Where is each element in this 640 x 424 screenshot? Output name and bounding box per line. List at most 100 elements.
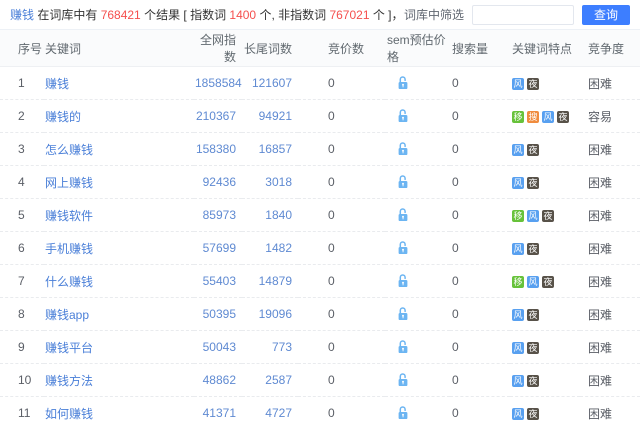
search-volume-cell: 0: [450, 396, 510, 424]
lock-icon[interactable]: [397, 274, 409, 288]
longtail-count-value[interactable]: 1482: [265, 241, 292, 255]
net-index-value[interactable]: 1858584: [195, 76, 242, 90]
bid-count-value: 0: [328, 406, 335, 420]
row-index: 3: [0, 132, 44, 166]
feature-badge-green: 移: [512, 110, 524, 123]
net-index-value[interactable]: 158380: [196, 142, 236, 156]
features-cell: 风夜: [510, 231, 580, 265]
longtail-count-value[interactable]: 3018: [265, 175, 292, 189]
keyword-link[interactable]: 怎么赚钱: [45, 143, 93, 157]
longtail-count-value[interactable]: 94921: [259, 109, 292, 123]
net-index-cell: 92436: [194, 165, 242, 199]
lock-icon[interactable]: [397, 373, 409, 387]
bid-count-value: 0: [328, 109, 335, 123]
feature-badge-green: 移: [512, 275, 524, 288]
table-row: 7 什么赚钱 55403 14879 0 0 移风夜困难: [0, 264, 640, 298]
net-index-value[interactable]: 92436: [203, 175, 236, 189]
keyword-link[interactable]: 如何赚钱: [45, 407, 93, 421]
longtail-count-value[interactable]: 2587: [265, 373, 292, 387]
keyword-link[interactable]: 什么赚钱: [45, 275, 93, 289]
net-index-value[interactable]: 41371: [203, 406, 236, 420]
bid-count-cell: 0: [298, 198, 385, 232]
lock-icon[interactable]: [397, 109, 409, 123]
net-index-value[interactable]: 85973: [203, 208, 236, 222]
net-index-value[interactable]: 57699: [203, 241, 236, 255]
lock-icon[interactable]: [397, 76, 409, 90]
row-index: 4: [0, 165, 44, 199]
row-index: 10: [0, 363, 44, 397]
lock-icon[interactable]: [397, 175, 409, 189]
net-index-cell: 210367: [194, 99, 242, 133]
keyword-link[interactable]: 赚钱的: [45, 110, 81, 124]
net-index-cell: 57699: [194, 231, 242, 265]
feature-badge-dark: 夜: [542, 275, 554, 288]
search-volume-value: 0: [452, 208, 459, 222]
search-volume-cell: 0: [450, 66, 510, 100]
lock-icon[interactable]: [397, 406, 409, 420]
summary-text: 个 ]，结果占比: [372, 8, 404, 22]
keyword-link[interactable]: 赚钱软件: [45, 209, 93, 223]
lock-icon[interactable]: [397, 142, 409, 156]
search-button[interactable]: 查询: [582, 4, 630, 25]
lock-icon[interactable]: [397, 241, 409, 255]
difficulty-cell: 困难: [580, 363, 640, 397]
sem-price-cell: [385, 330, 450, 364]
lock-icon[interactable]: [397, 208, 409, 222]
net-index-value[interactable]: 48862: [203, 373, 236, 387]
feature-badge-blue: 风: [512, 143, 524, 156]
longtail-cell: 4727: [242, 396, 298, 424]
net-index-cell: 55403: [194, 264, 242, 298]
lock-icon[interactable]: [397, 307, 409, 321]
longtail-count-value[interactable]: 16857: [259, 142, 292, 156]
bid-count-value: 0: [328, 340, 335, 354]
searched-keyword-link[interactable]: 赚钱: [10, 8, 34, 22]
table-body: 1 赚钱 1858584 121607 0 0 风夜困难 2 赚钱的 210367 94921 0 0 移…: [0, 66, 640, 424]
net-index-value[interactable]: 55403: [203, 274, 236, 288]
keyword-link[interactable]: 赚钱方法: [45, 374, 93, 388]
keyword-cell: 赚钱软件: [44, 198, 194, 232]
feature-badge-blue: 风: [542, 110, 554, 123]
difficulty-cell: 困难: [580, 198, 640, 232]
longtail-count-value[interactable]: 19096: [259, 307, 292, 321]
longtail-count-value[interactable]: 1840: [265, 208, 292, 222]
keyword-link[interactable]: 赚钱平台: [45, 341, 93, 355]
feature-badge-blue: 风: [527, 209, 539, 222]
keyword-link[interactable]: 赚钱app: [45, 308, 89, 322]
bid-count-value: 0: [328, 142, 335, 156]
keyword-cell: 什么赚钱: [44, 264, 194, 298]
summary-stat: 1400: [229, 8, 257, 22]
feature-badge-blue: 风: [512, 374, 524, 387]
features-cell: 风夜: [510, 396, 580, 424]
difficulty-value: 困难: [588, 142, 613, 157]
net-index-value[interactable]: 50395: [203, 307, 236, 321]
bid-count-cell: 0: [298, 396, 385, 424]
features-cell: 移风夜: [510, 198, 580, 232]
difficulty-value: 困难: [588, 76, 613, 91]
net-index-value[interactable]: 50043: [203, 340, 236, 354]
difficulty-value: 容易: [588, 109, 613, 124]
longtail-cell: 1482: [242, 231, 298, 265]
keyword-link[interactable]: 赚钱: [45, 77, 69, 91]
search-volume-value: 0: [452, 406, 459, 420]
filter-label: 词库中筛选: [403, 8, 464, 22]
longtail-cell: 773: [242, 330, 298, 364]
longtail-count-value[interactable]: 4727: [265, 406, 292, 420]
features-cell: 移风夜: [510, 264, 580, 298]
keyword-cell: 怎么赚钱: [44, 132, 194, 166]
longtail-cell: 1840: [242, 198, 298, 232]
longtail-count-value[interactable]: 121607: [252, 76, 292, 90]
sem-price-cell: [385, 297, 450, 331]
difficulty-cell: 困难: [580, 231, 640, 265]
table-row: 8 赚钱app 50395 19096 0 0 风夜困难: [0, 297, 640, 331]
longtail-count-value[interactable]: 773: [272, 340, 292, 354]
filter-input[interactable]: [472, 4, 574, 25]
lock-icon[interactable]: [397, 340, 409, 354]
bid-count-cell: 0: [298, 231, 385, 265]
feature-badge-dark: 夜: [527, 374, 539, 387]
bid-count-cell: 0: [298, 66, 385, 100]
keyword-link[interactable]: 网上赚钱: [45, 176, 93, 190]
longtail-count-value[interactable]: 14879: [259, 274, 292, 288]
difficulty-cell: 困难: [580, 297, 640, 331]
net-index-value[interactable]: 210367: [196, 109, 236, 123]
keyword-link[interactable]: 手机赚钱: [45, 242, 93, 256]
